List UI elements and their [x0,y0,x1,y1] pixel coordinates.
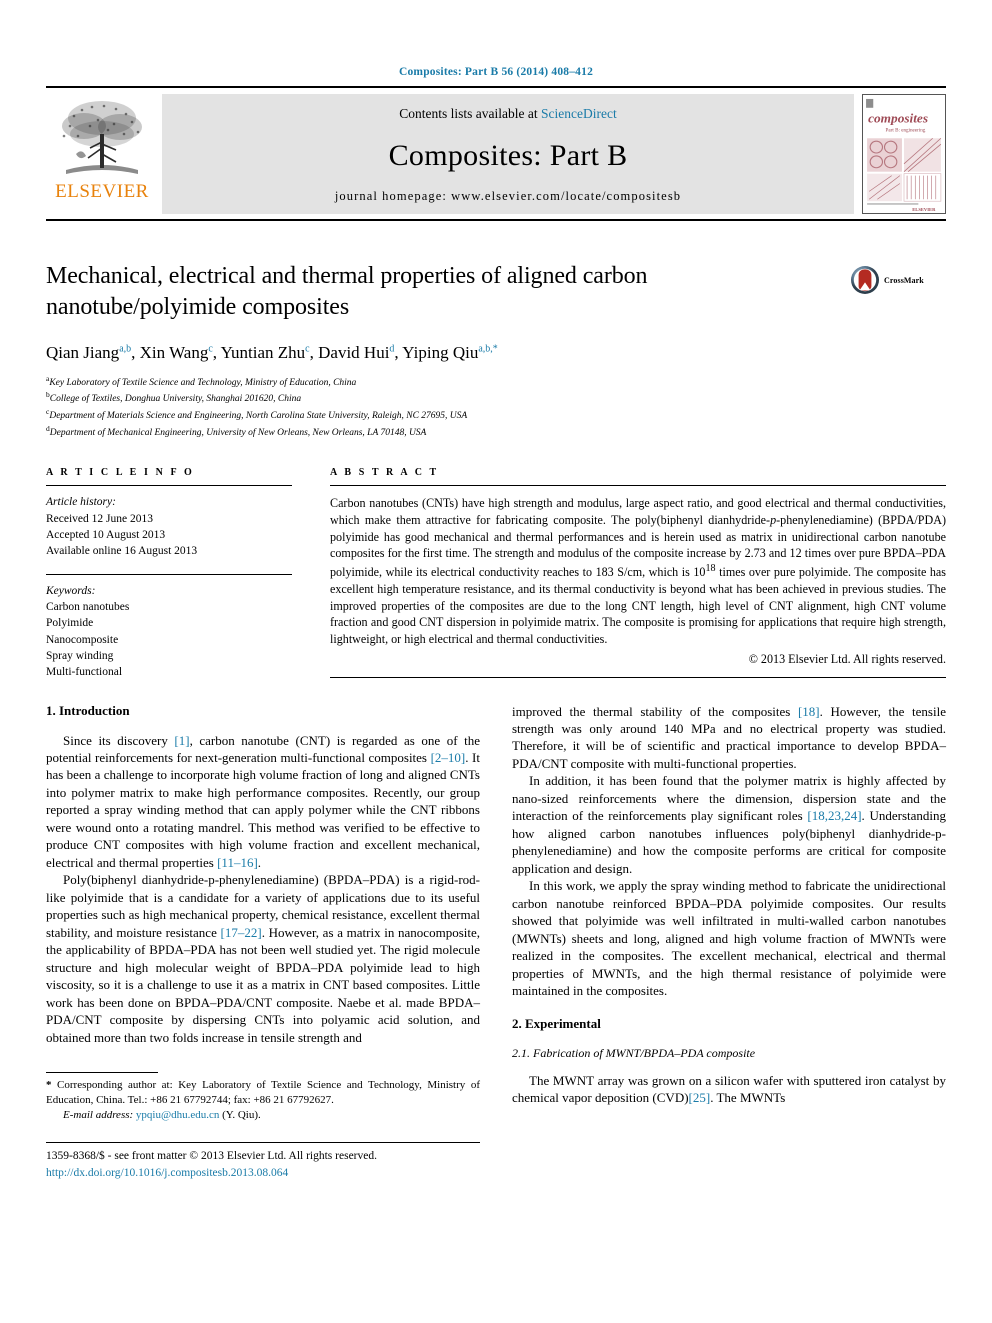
history-item: Available online 16 August 2013 [46,545,198,558]
experimental-paragraph-1: The MWNT array was grown on a silicon wa… [512,1072,946,1106]
section-heading-experimental: 2. Experimental [512,1015,601,1031]
elsevier-tree-icon [62,101,142,174]
article-info-heading: A R T I C L E I N F O [46,467,195,479]
right-paragraph-3: In this work, we apply the spray winding… [512,878,946,999]
keyword-item: Polyimide [46,617,94,630]
article-history: Article history: Received 12 June 2013 A… [46,486,292,559]
journal-cover-thumbnail[interactable]: composites Part B: engineering ELSEVIER [862,94,946,214]
corresponding-author-text: * Corresponding author at: Key Laborator… [46,1079,480,1106]
affiliation-item: cDepartment of Materials Science and Eng… [46,407,468,422]
article-history-label: Article history: [46,496,116,509]
body-columns: 1. Introduction Since its discovery [1],… [46,703,946,1181]
journal-title: Composites: Part B [388,138,628,172]
crossmark-label: CrossMark [884,275,924,285]
body-column-right: improved the thermal stability of the co… [512,703,946,1181]
journal-band: Contents lists available at ScienceDirec… [162,94,854,214]
abstract-body: Carbon nanotubes (CNTs) have high streng… [330,486,946,667]
affiliation-text: Key Laboratory of Textile Science and Te… [49,377,357,388]
issn-line: 1359-8368/$ - see front matter © 2013 El… [46,1150,377,1163]
elsevier-wordmark: ELSEVIER [55,181,149,202]
journal-homepage[interactable]: journal homepage: www.elsevier.com/locat… [335,189,681,204]
affiliation-list: aKey Laboratory of Textile Science and T… [46,374,840,442]
contents-available-line: Contents lists available at ScienceDirec… [399,106,616,122]
keywords-block: Keywords: Carbon nanotubes Polyimide Nan… [46,575,292,681]
keywords-label: Keywords: [46,584,96,597]
journal-masthead: ELSEVIER Contents lists available at Sci… [46,86,946,221]
svg-text:ELSEVIER: ELSEVIER [912,207,936,212]
email-line: E-mail address: ypqiu@dhu.edu.cn (Y. Qiu… [46,1108,480,1123]
svg-text:Part B: engineering: Part B: engineering [886,128,926,133]
author-list: Qian Jianga,b, Xin Wangc, Yuntian Zhuc, … [46,343,498,363]
affiliation-text: Department of Materials Science and Engi… [49,411,468,422]
svg-text:composites: composites [868,111,928,126]
intro-paragraph-2: Poly(biphenyl dianhydride-p-phenylenedia… [46,872,480,1045]
history-item: Accepted 10 August 2013 [46,528,166,541]
abstract-column: A B S T R A C T Carbon nanotubes (CNTs) … [330,467,946,680]
crossmark-badge[interactable]: CrossMark [850,261,946,295]
contents-prefix: Contents lists available at [399,106,541,121]
email-link[interactable]: ypqiu@dhu.edu.cn [136,1109,219,1121]
keyword-item: Spray winding [46,649,114,662]
right-paragraph-2: In addition, it has been found that the … [512,773,946,876]
corresponding-author-note: * Corresponding author at: Key Laborator… [46,1078,480,1122]
crossmark-icon [851,266,879,294]
title-block: Mechanical, electrical and thermal prope… [46,261,850,441]
article-info-column: A R T I C L E I N F O Article history: R… [46,467,292,680]
sciencedirect-link[interactable]: ScienceDirect [541,106,617,121]
email-suffix: (Y. Qiu). [222,1108,261,1121]
affiliation-text: Department of Mechanical Engineering, Un… [49,428,427,439]
intro-paragraph-1: Since its discovery [1], carbon nanotube… [46,732,480,870]
abstract-text: Carbon nanotubes (CNTs) have high streng… [330,496,947,647]
abstract-copyright: © 2013 Elsevier Ltd. All rights reserved… [748,651,946,666]
doi-link[interactable]: http://dx.doi.org/10.1016/j.compositesb.… [46,1165,480,1181]
abstract-heading: A B S T R A C T [330,467,439,479]
page-title: Mechanical, electrical and thermal prope… [46,263,648,320]
keyword-item: Carbon nanotubes [46,600,130,613]
affiliation-item: bCollege of Textiles, Donghua University… [46,390,302,405]
info-abstract-section: A R T I C L E I N F O Article history: R… [46,467,946,680]
subsection-heading-fabrication: 2.1. Fabrication of MWNT/BPDA–PDA compos… [512,1045,756,1060]
history-item: Received 12 June 2013 [46,512,153,525]
paper-page: Composites: Part B 56 (2014) 408–412 ELS… [0,0,992,1323]
issn-copyright-block: 1359-8368/$ - see front matter © 2013 El… [46,1142,480,1180]
footnote-divider [46,1072,158,1074]
keyword-item: Multi-functional [46,666,123,679]
title-row: Mechanical, electrical and thermal prope… [46,221,946,441]
running-head: Composites: Part B 56 (2014) 408–412 [398,66,594,78]
section-heading-introduction: 1. Introduction [46,702,130,718]
elsevier-logo: ELSEVIER [46,94,158,214]
affiliation-text: College of Textiles, Donghua University,… [49,394,302,405]
affiliation-item: aKey Laboratory of Textile Science and T… [46,373,357,388]
affiliation-item: dDepartment of Mechanical Engineering, U… [46,424,427,439]
email-label: E-mail address: [63,1108,134,1121]
body-column-left: 1. Introduction Since its discovery [1],… [46,703,480,1181]
right-paragraph-1: improved the thermal stability of the co… [512,703,946,771]
cover-artwork-icon: composites Part B: engineering ELSEVIER [863,95,945,213]
keyword-item: Nanocomposite [46,633,119,646]
